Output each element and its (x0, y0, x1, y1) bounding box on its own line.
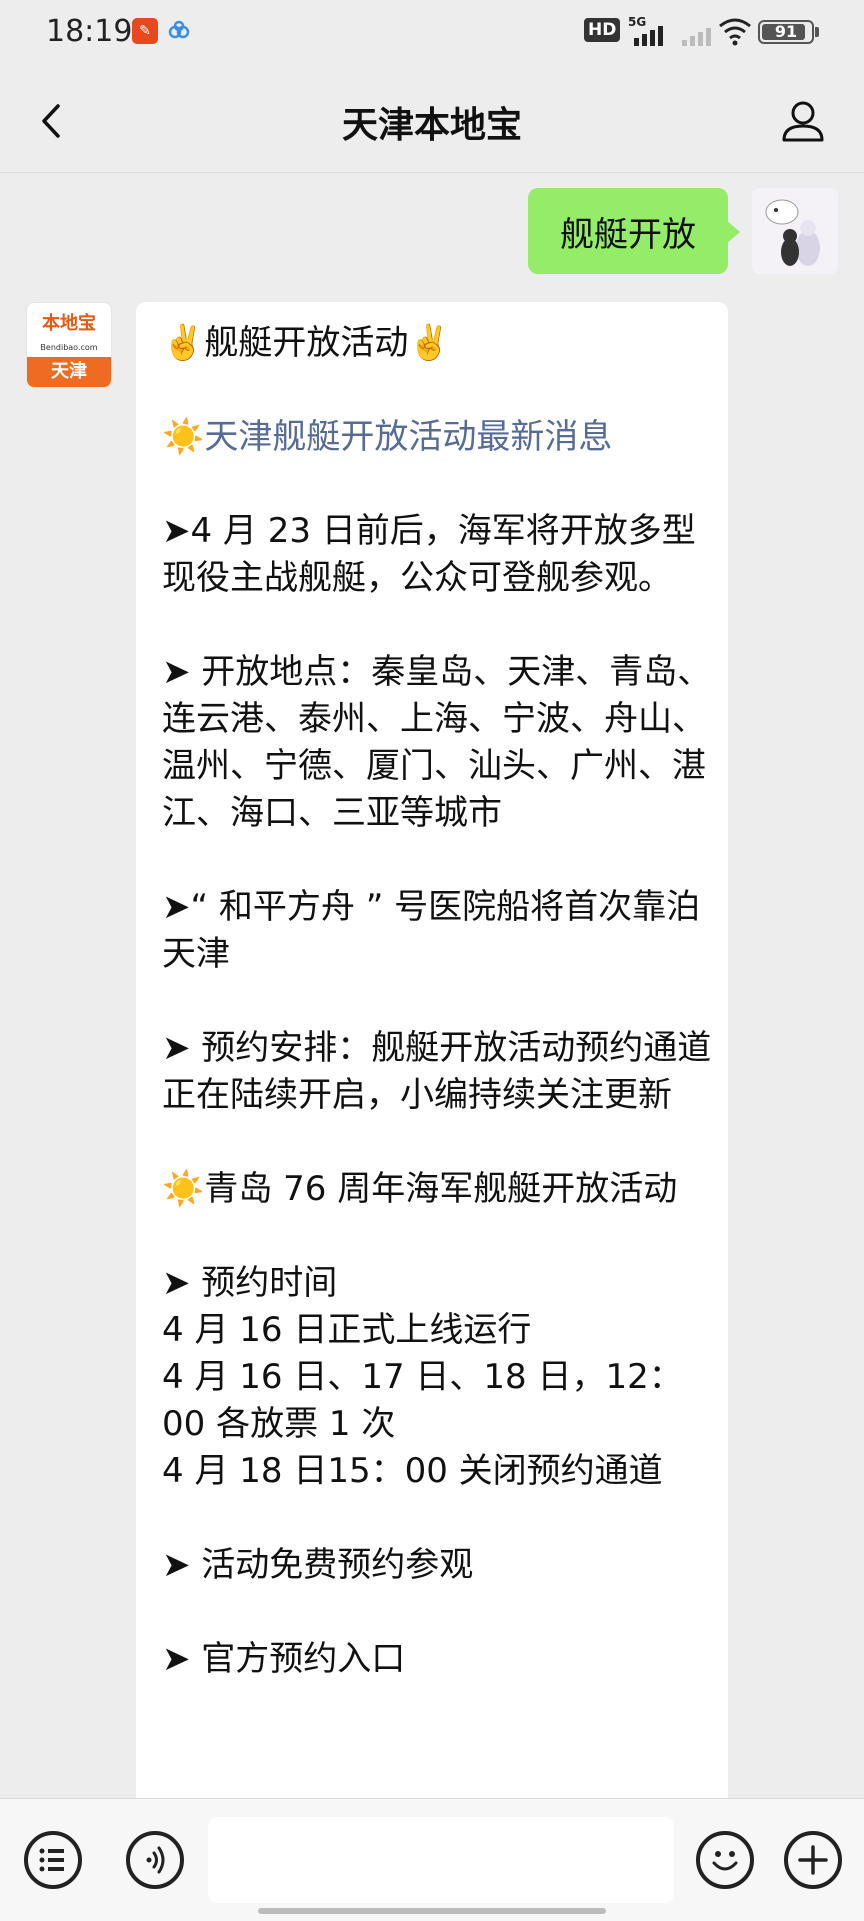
message-input[interactable] (208, 1817, 674, 1903)
bendibao-avatar[interactable]: 本地宝 Bendibao.com 天津 (26, 302, 112, 388)
person-icon[interactable] (778, 96, 828, 146)
message-line: 4 月 16 日、17 日、18 日，12：00 各放票 1 次 (162, 1357, 683, 1444)
chat-title: 天津本地宝 (341, 105, 522, 146)
outgoing-bubble-tail (726, 220, 740, 244)
battery-tip (815, 27, 819, 37)
outgoing-message-text: 舰艇开放 (560, 214, 696, 255)
avatar-sub: Bendibao.com (40, 343, 98, 352)
status-time: 18:19 (46, 14, 133, 49)
avatar-brand: 本地宝 (42, 313, 96, 334)
battery-icon: 91 (758, 20, 814, 44)
message-link[interactable]: ☀️天津舰艇开放活动最新消息 (162, 414, 712, 461)
message-line: 4 月 16 日正式上线运行 (162, 1310, 532, 1350)
chat-header: 天津本地宝 (0, 66, 864, 173)
message-blank-line (162, 1119, 712, 1166)
status-bar: 18:19 ✎ HD 5G 91 (0, 0, 864, 66)
message-line: ➤ 官方预约入口 (162, 1639, 406, 1679)
message-blank-line (162, 461, 712, 508)
message-line: ✌️舰艇开放活动✌️ (162, 323, 451, 363)
emoji-icon[interactable] (696, 1831, 754, 1889)
message-line: ➤ 预约安排：舰艇开放活动预约通道正在陆续开启，小编持续关注更新 (162, 1028, 712, 1115)
message-line: ➤ 开放地点：秦皇岛、天津、青岛、连云港、泰州、上海、宁波、舟山、温州、宁德、厦… (162, 652, 712, 833)
add-icon[interactable] (784, 1831, 842, 1889)
message-line: ➤ 活动免费预约参观 (162, 1545, 474, 1585)
message-line: ➤ 预约时间 (162, 1263, 338, 1303)
message-blank-line (162, 1213, 712, 1260)
avatar-city: 天津 (27, 357, 111, 387)
home-indicator[interactable] (258, 1908, 606, 1914)
my-avatar[interactable] (752, 188, 838, 274)
message-line: 4 月 18 日15：00 关闭预约通道 (162, 1451, 663, 1491)
menu-list-icon[interactable] (24, 1831, 82, 1889)
cell-signal-2-icon (682, 28, 711, 46)
battery-level: 91 (774, 22, 798, 41)
incoming-message-bubble[interactable]: ✌️舰艇开放活动✌️ ☀️天津舰艇开放活动最新消息 ➤4 月 23 日前后，海军将开… (136, 302, 728, 1862)
message-blank-line (162, 367, 712, 414)
voice-icon[interactable] (126, 1831, 184, 1889)
cloud-app-icon (168, 20, 190, 39)
message-line: ☀️青岛 76 周年海军舰艇开放活动 (162, 1169, 678, 1209)
cell-signal-icon: 5G (628, 15, 663, 46)
message-blank-line (162, 1589, 712, 1636)
message-line: ➤“ 和平方舟 ” 号医院船将首次靠泊天津 (162, 887, 701, 974)
message-line: ➤4 月 23 日前后，海军将开放多型现役主战舰艇，公众可登舰参观。 (162, 511, 696, 598)
notification-app-icon: ✎ (132, 18, 158, 44)
outgoing-message-bubble[interactable]: 舰艇开放 (528, 188, 728, 274)
hd-indicator: HD (584, 18, 621, 42)
message-blank-line (162, 978, 712, 1025)
cat-avatar-image (752, 188, 838, 274)
input-bar (0, 1798, 864, 1921)
message-blank-line (162, 837, 712, 884)
message-blank-line (162, 1495, 712, 1542)
wifi-icon (719, 18, 751, 46)
message-blank-line (162, 602, 712, 649)
incoming-message-text: ✌️舰艇开放活动✌️ ☀️天津舰艇开放活动最新消息 ➤4 月 23 日前后，海军将开… (162, 320, 712, 1683)
svg-text:5G: 5G (628, 15, 646, 29)
